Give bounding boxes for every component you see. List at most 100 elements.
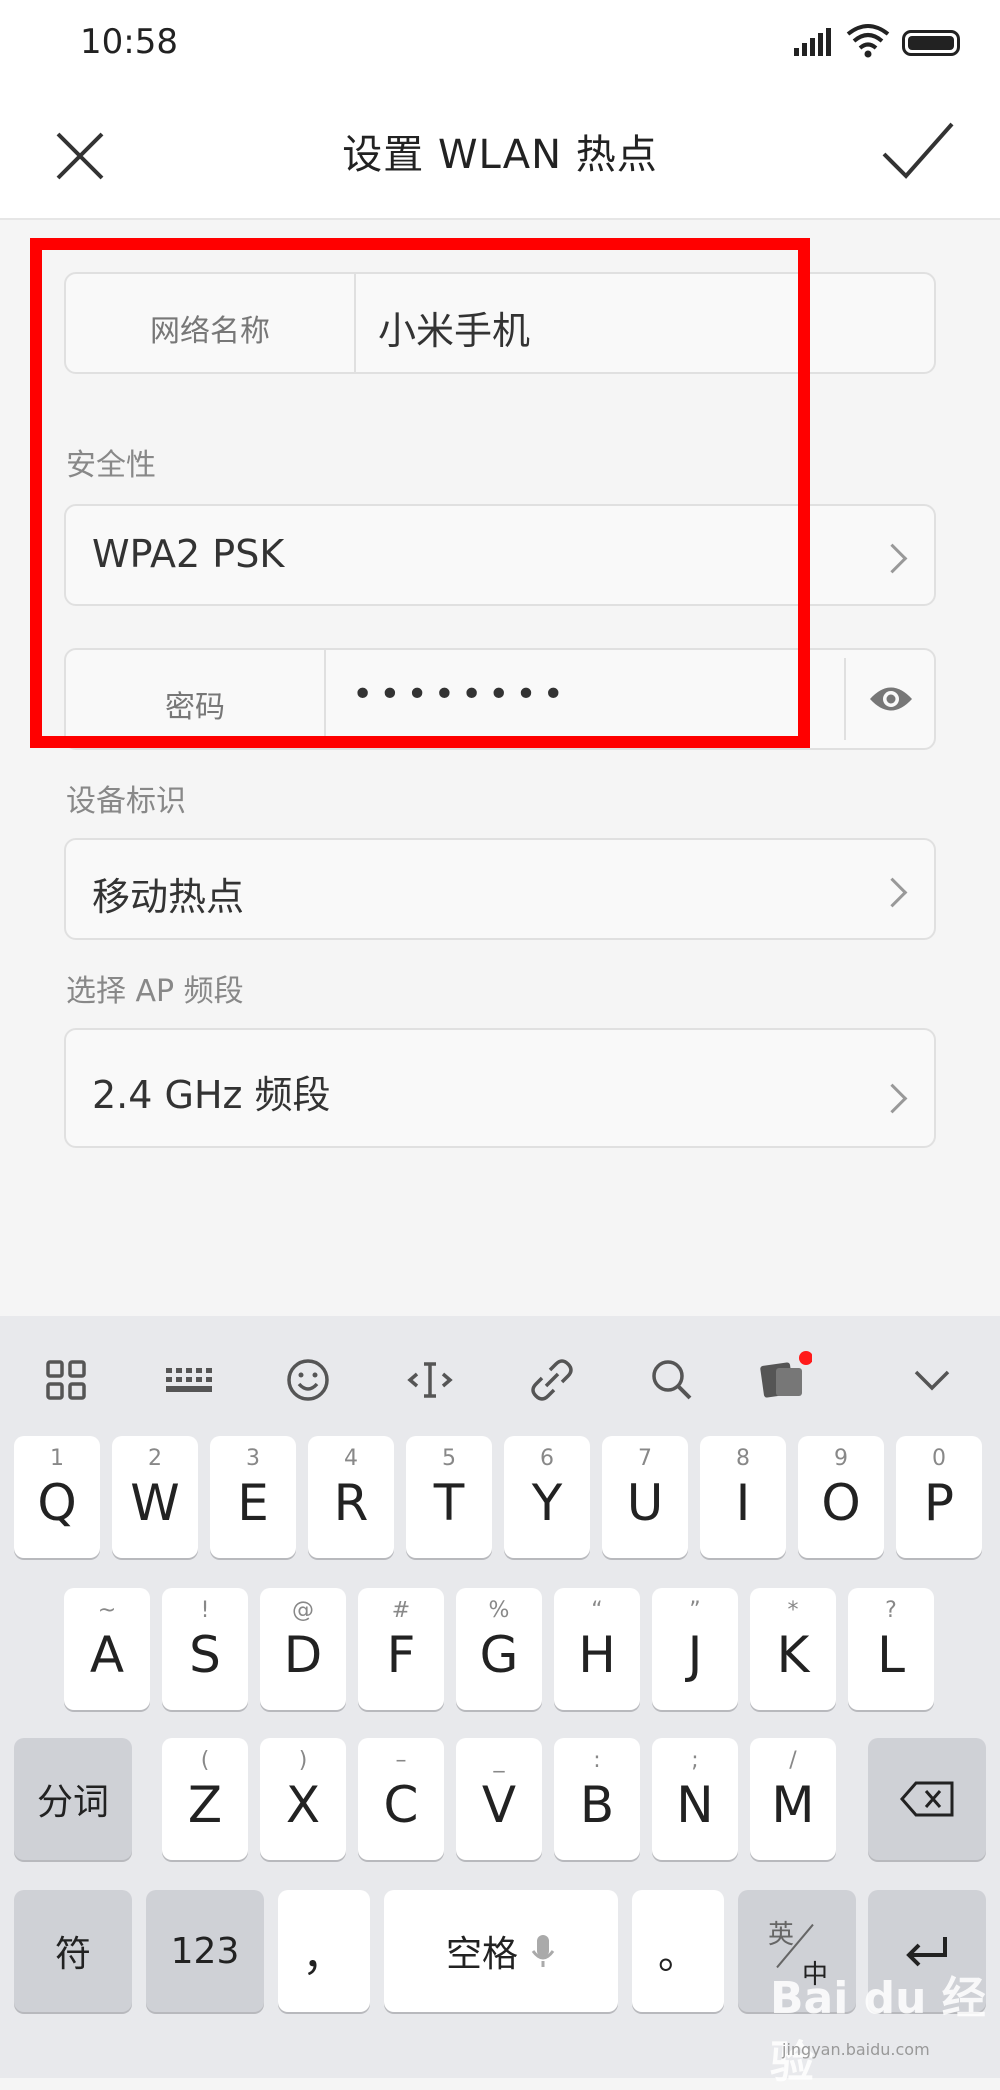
keyboard-icon[interactable] xyxy=(158,1350,218,1410)
divider xyxy=(844,658,846,740)
search-icon[interactable] xyxy=(642,1350,702,1410)
password-value[interactable]: •••••••• xyxy=(352,674,570,715)
key-i[interactable]: 8I xyxy=(700,1436,786,1558)
period-key-label: 。 xyxy=(658,1932,698,1978)
key-y[interactable]: 6Y xyxy=(504,1436,590,1558)
key-b[interactable]: :B xyxy=(554,1738,640,1860)
key-w[interactable]: 2W xyxy=(112,1436,198,1558)
comma-key[interactable]: ， xyxy=(278,1890,370,2012)
fenci-key-label: 分词 xyxy=(36,1782,109,1823)
lang-english-label: 英 xyxy=(768,1920,795,1950)
key-k[interactable]: * K xyxy=(750,1588,836,1710)
key-hint: – xyxy=(395,1748,407,1773)
key-hint: ) xyxy=(298,1748,308,1773)
key-o[interactable]: 9O xyxy=(798,1436,884,1558)
confirm-check-icon[interactable] xyxy=(880,118,956,184)
fenci-key[interactable]: 分词 xyxy=(14,1738,132,1860)
key-hint: 8 xyxy=(736,1446,750,1471)
key-label: E xyxy=(237,1474,269,1532)
key-z[interactable]: (Z xyxy=(162,1738,248,1860)
key-j[interactable]: ” J xyxy=(652,1588,738,1710)
backspace-icon xyxy=(868,1738,986,1860)
key-label: S xyxy=(189,1626,221,1684)
space-key[interactable]: 空格 xyxy=(384,1890,618,2012)
divider xyxy=(354,274,356,372)
chevron-right-icon xyxy=(877,877,908,908)
security-selector[interactable]: WPA2 PSK xyxy=(64,504,936,606)
key-q[interactable]: 1Q xyxy=(14,1436,100,1558)
key-hint: ! xyxy=(200,1598,210,1623)
key-hint: # xyxy=(391,1598,411,1623)
cursor-icon[interactable] xyxy=(400,1350,460,1410)
key-x[interactable]: ) X xyxy=(260,1738,346,1860)
key-hint: ? xyxy=(885,1598,897,1623)
network-name-value[interactable]: 小米手机 xyxy=(378,300,530,355)
ap-band-selector[interactable]: 2.4 GHz 频段 xyxy=(64,1028,936,1148)
password-field[interactable]: 密码 •••••••• xyxy=(64,648,936,750)
key-label: P xyxy=(923,1474,955,1532)
backspace-key[interactable] xyxy=(868,1738,986,1860)
key-label: D xyxy=(283,1626,323,1684)
key-m[interactable]: / M xyxy=(750,1738,836,1860)
key-label: U xyxy=(626,1474,664,1532)
key-label: X xyxy=(285,1776,321,1834)
battery-icon xyxy=(902,30,960,56)
key-label: B xyxy=(579,1776,615,1834)
collapse-keyboard-icon[interactable] xyxy=(902,1350,962,1410)
symbol-key[interactable]: 符 xyxy=(14,1890,132,2012)
password-label: 密码 xyxy=(165,690,225,725)
key-s[interactable]: ! S xyxy=(162,1588,248,1710)
period-key[interactable]: 。 xyxy=(632,1890,724,2012)
wifi-icon xyxy=(846,24,890,58)
sticker-icon[interactable] xyxy=(752,1350,812,1410)
key-v[interactable]: _ V xyxy=(456,1738,542,1860)
key-label: R xyxy=(333,1474,369,1532)
key-t[interactable]: 5T xyxy=(406,1436,492,1558)
key-label: Y xyxy=(531,1474,563,1532)
show-password-eye-icon[interactable] xyxy=(868,682,914,716)
security-value: WPA2 PSK xyxy=(92,532,285,576)
key-hint: 5 xyxy=(442,1446,456,1471)
key-d[interactable]: @ D xyxy=(260,1588,346,1710)
key-hint: ” xyxy=(689,1598,701,1623)
key-p[interactable]: 0P xyxy=(896,1436,982,1558)
key-e[interactable]: 3E xyxy=(210,1436,296,1558)
key-c[interactable]: – C xyxy=(358,1738,444,1860)
key-hint: ( xyxy=(200,1748,210,1773)
space-label: 空格 xyxy=(445,1934,518,1975)
key-r[interactable]: 4R xyxy=(308,1436,394,1558)
key-u[interactable]: 7U xyxy=(602,1436,688,1558)
status-bar: 10:58 xyxy=(0,0,1000,86)
key-a[interactable]: ~ A xyxy=(64,1588,150,1710)
space-key-label: 空格 xyxy=(384,1890,618,2012)
key-h[interactable]: “H xyxy=(554,1588,640,1710)
network-name-field[interactable]: 网络名称 小米手机 xyxy=(64,272,936,374)
clip-icon[interactable] xyxy=(522,1350,582,1410)
key-g[interactable]: % G xyxy=(456,1588,542,1710)
key-f[interactable]: # F xyxy=(358,1588,444,1710)
device-id-selector[interactable]: 移动热点 xyxy=(64,838,936,940)
key-hint: : xyxy=(593,1748,601,1773)
baidu-watermark-url: jingyan.baidu.com xyxy=(782,2040,930,2059)
emoji-icon[interactable] xyxy=(278,1350,338,1410)
key-hint: 9 xyxy=(834,1446,848,1471)
number-key-label: 123 xyxy=(170,1930,240,1972)
status-time: 10:58 xyxy=(80,22,178,62)
key-label: F xyxy=(386,1626,416,1684)
key-label: V xyxy=(481,1776,517,1834)
key-label: G xyxy=(479,1626,519,1684)
key-label: H xyxy=(578,1626,616,1684)
chevron-right-icon xyxy=(877,1083,908,1114)
key-hint: @ xyxy=(292,1598,314,1623)
key-label: M xyxy=(771,1776,815,1834)
divider xyxy=(324,650,326,748)
key-label: Z xyxy=(187,1776,223,1834)
title-bar: 设置 WLAN 热点 xyxy=(0,86,1000,220)
key-hint: 3 xyxy=(246,1446,260,1471)
number-key[interactable]: 123 xyxy=(146,1890,264,2012)
key-l[interactable]: ? L xyxy=(848,1588,934,1710)
key-hint: ~ xyxy=(97,1598,117,1623)
grid-icon[interactable] xyxy=(36,1350,96,1410)
key-hint: * xyxy=(787,1598,799,1623)
key-n[interactable]: ; N xyxy=(652,1738,738,1860)
